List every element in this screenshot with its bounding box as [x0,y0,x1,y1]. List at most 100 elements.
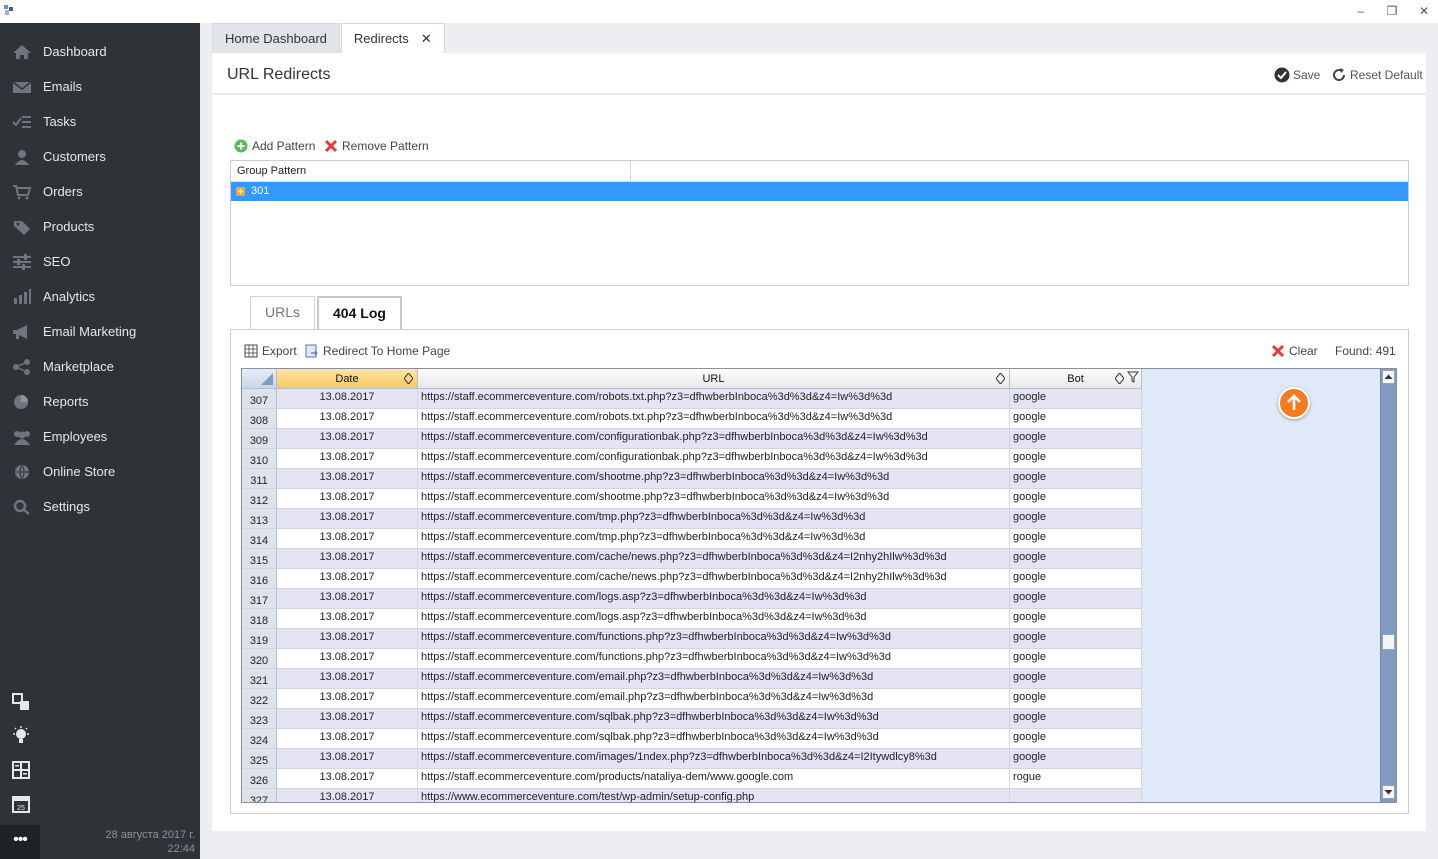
bot-cell[interactable]: google [1010,629,1142,649]
url-cell[interactable]: https://staff.ecommerceventure.com/confi… [418,449,1010,469]
table-row[interactable]: 327 13.08.2017 https://www.ecommerceventur… [242,789,1142,802]
tab-close-icon[interactable]: ✕ [421,31,432,46]
table-row[interactable]: 326 13.08.2017 https://staff.ecommercevent… [242,769,1142,789]
row-number-cell[interactable]: 310 [242,449,277,469]
bot-cell[interactable]: google [1010,709,1142,729]
sidebar-item-email-marketing[interactable]: Email Marketing [0,315,200,349]
url-cell[interactable]: https://staff.ecommerceventure.com/produ… [418,769,1010,789]
url-cell[interactable]: https://staff.ecommerceventure.com/cache… [418,569,1010,589]
row-number-cell[interactable]: 324 [242,729,277,749]
url-cell[interactable]: https://staff.ecommerceventure.com/shoot… [418,489,1010,509]
scroll-thumb[interactable] [1382,634,1395,650]
bot-cell[interactable]: google [1010,569,1142,589]
bot-cell[interactable]: google [1010,549,1142,569]
row-number-cell[interactable]: 314 [242,529,277,549]
table-row[interactable]: 311 13.08.2017 https://staff.ecommercevent… [242,469,1142,489]
sort-icon[interactable] [996,373,1005,384]
date-cell[interactable]: 13.08.2017 [277,629,418,649]
date-cell[interactable]: 13.08.2017 [277,709,418,729]
restore-button[interactable]: ❐ [1383,3,1401,19]
url-cell[interactable]: https://staff.ecommerceventure.com/tmp.p… [418,529,1010,549]
row-number-cell[interactable]: 316 [242,569,277,589]
date-cell[interactable]: 13.08.2017 [277,729,418,749]
table-row[interactable]: 320 13.08.2017 https://staff.ecommercevent… [242,649,1142,669]
table-row[interactable]: 323 13.08.2017 https://staff.ecommercevent… [242,709,1142,729]
bot-cell[interactable]: google [1010,649,1142,669]
table-row[interactable]: 307 13.08.2017 https://staff.ecommercevent… [242,389,1142,409]
group-pattern-column-header[interactable]: Group Pattern [231,161,631,181]
grid-corner[interactable] [242,369,277,389]
date-cell[interactable]: 13.08.2017 [277,409,418,429]
row-number-cell[interactable]: 323 [242,709,277,729]
sidebar-item-settings[interactable]: Settings [0,490,200,524]
date-cell[interactable]: 13.08.2017 [277,529,418,549]
sidebar-item-products[interactable]: Products [0,210,200,244]
table-row[interactable]: 313 13.08.2017 https://staff.ecommercevent… [242,509,1142,529]
sidebar-item-analytics[interactable]: Analytics [0,280,200,314]
export-button[interactable]: Export [244,344,297,358]
bot-cell[interactable]: google [1010,729,1142,749]
scroll-up-button[interactable] [1382,370,1395,384]
vertical-scrollbar[interactable] [1380,369,1396,802]
bot-cell[interactable]: google [1010,509,1142,529]
column-header-bot[interactable]: Bot [1010,369,1142,389]
date-cell[interactable]: 13.08.2017 [277,429,418,449]
date-cell[interactable]: 13.08.2017 [277,769,418,789]
scroll-down-button[interactable] [1382,785,1395,799]
date-cell[interactable]: 13.08.2017 [277,509,418,529]
date-cell[interactable]: 13.08.2017 [277,689,418,709]
sidebar-item-seo[interactable]: SEO [0,245,200,279]
table-row[interactable]: 318 13.08.2017 https://staff.ecommercevent… [242,609,1142,629]
bot-cell[interactable]: google [1010,389,1142,409]
redirect-home-button[interactable]: Redirect To Home Page [305,344,450,358]
date-cell[interactable]: 13.08.2017 [277,789,418,802]
sort-icon[interactable] [404,373,413,384]
table-row[interactable]: 316 13.08.2017 https://staff.ecommercevent… [242,569,1142,589]
sort-icon[interactable] [1115,373,1124,384]
row-number-cell[interactable]: 327 [242,789,277,802]
url-cell[interactable]: https://staff.ecommerceventure.com/funct… [418,629,1010,649]
url-cell[interactable]: https://staff.ecommerceventure.com/cache… [418,549,1010,569]
bot-cell[interactable]: google [1010,689,1142,709]
table-row[interactable]: 317 13.08.2017 https://staff.ecommercevent… [242,589,1142,609]
bot-cell[interactable]: google [1010,469,1142,489]
row-number-cell[interactable]: 321 [242,669,277,689]
url-cell[interactable]: https://staff.ecommerceventure.com/logs.… [418,609,1010,629]
row-number-cell[interactable]: 320 [242,649,277,669]
calculator-icon[interactable] [11,760,31,780]
save-button[interactable]: Save [1274,67,1320,83]
sidebar-item-customers[interactable]: Customers [0,140,200,174]
row-number-cell[interactable]: 313 [242,509,277,529]
date-cell[interactable]: 13.08.2017 [277,609,418,629]
url-cell[interactable]: https://staff.ecommerceventure.com/shoot… [418,469,1010,489]
table-row[interactable]: 312 13.08.2017 https://staff.ecommercevent… [242,489,1142,509]
close-window-button[interactable]: ✕ [1415,3,1433,19]
url-cell[interactable]: https://staff.ecommerceventure.com/robot… [418,389,1010,409]
url-cell[interactable]: https://www.ecommerceventure.com/test/wp… [418,789,1010,802]
bot-cell[interactable]: google [1010,589,1142,609]
subtab-404-log[interactable]: 404 Log [317,296,402,329]
row-number-cell[interactable]: 315 [242,549,277,569]
row-number-cell[interactable]: 325 [242,749,277,769]
remove-pattern-button[interactable]: Remove Pattern [324,139,429,153]
row-number-cell[interactable]: 318 [242,609,277,629]
bot-cell[interactable]: google [1010,609,1142,629]
lightbulb-icon[interactable] [11,726,31,746]
layout-icon[interactable] [11,692,31,712]
sidebar-item-marketplace[interactable]: Marketplace [0,350,200,384]
url-cell[interactable]: https://staff.ecommerceventure.com/tmp.p… [418,509,1010,529]
scroll-top-button[interactable] [1278,387,1310,419]
bot-cell[interactable]: google [1010,529,1142,549]
group-row-301[interactable]: 301 [231,182,1408,201]
url-cell[interactable]: https://staff.ecommerceventure.com/logs.… [418,589,1010,609]
bot-cell[interactable]: google [1010,669,1142,689]
add-pattern-button[interactable]: Add Pattern [234,139,315,153]
tab-home-dashboard[interactable]: Home Dashboard [212,23,340,53]
table-row[interactable]: 314 13.08.2017 https://staff.ecommercevent… [242,529,1142,549]
date-cell[interactable]: 13.08.2017 [277,749,418,769]
date-cell[interactable]: 13.08.2017 [277,669,418,689]
column-header-date[interactable]: Date [277,369,418,389]
table-row[interactable]: 325 13.08.2017 https://staff.ecommercevent… [242,749,1142,769]
url-cell[interactable]: https://staff.ecommerceventure.com/funct… [418,649,1010,669]
sidebar-item-reports[interactable]: Reports [0,385,200,419]
